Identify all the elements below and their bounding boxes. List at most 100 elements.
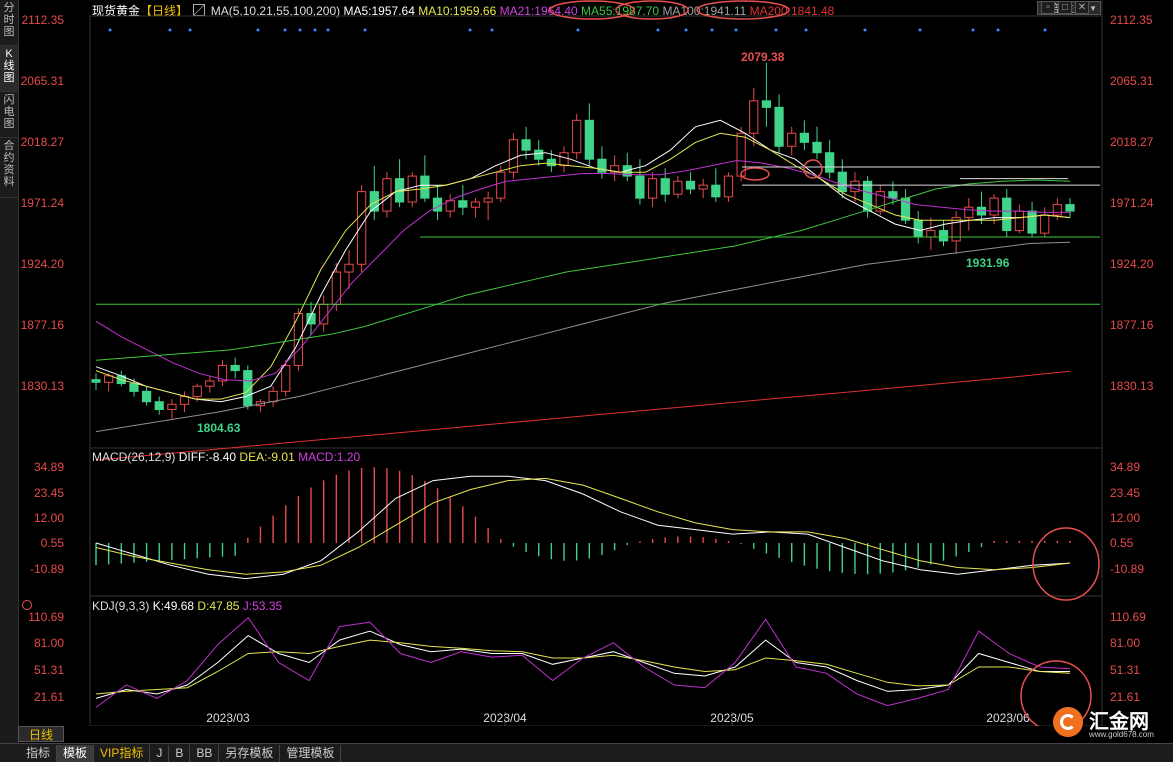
event-dot <box>298 28 302 32</box>
candle-body <box>129 383 139 392</box>
kdj-d-line <box>95 639 1071 695</box>
tab-flash[interactable]: 闪电图 <box>0 92 18 138</box>
tab-manage-templates[interactable]: 管理模板 <box>280 745 342 762</box>
event-dot <box>326 28 330 32</box>
event-dot <box>1043 28 1047 32</box>
event-dot <box>734 28 738 32</box>
price-tick-left: 1971.24 <box>21 196 65 210</box>
gold678-logo: 汇金网 www.gold678.com <box>1053 705 1165 741</box>
candle-body <box>774 106 784 147</box>
candle-body <box>799 132 809 143</box>
kdj-d: D:47.85 <box>197 599 240 613</box>
event-dot <box>576 28 580 32</box>
candle-body <box>812 141 822 154</box>
tab-timeshare[interactable]: 分时图 <box>0 0 18 46</box>
candle-body <box>357 191 367 265</box>
candle-body <box>584 119 594 160</box>
candle-body <box>825 152 835 173</box>
event-dot <box>804 28 808 32</box>
low-price-mark-2: 1931.96 <box>966 256 1010 270</box>
macd-tick-left: -10.89 <box>30 562 64 576</box>
candle-body <box>179 396 190 405</box>
date-label: 2023/06 <box>986 711 1030 725</box>
tab-b[interactable]: B <box>169 745 191 762</box>
bottom-toolbar: 指标 模板 VIP指标 J B BB 另存模板 管理模板 <box>0 743 1173 762</box>
candle-body <box>1002 197 1012 232</box>
candle-body <box>685 180 696 190</box>
ma55-line <box>95 179 1071 361</box>
event-dot <box>684 28 688 32</box>
candle-body <box>458 200 468 208</box>
event-dot <box>490 28 494 32</box>
event-dot <box>710 28 714 32</box>
macd-tick-left: 34.89 <box>34 460 64 474</box>
event-dot <box>256 28 260 32</box>
kdj-tick-right: 81.00 <box>1110 636 1140 650</box>
candle-body <box>938 230 949 242</box>
low-price-mark: 1804.63 <box>197 421 241 435</box>
candle-body <box>1014 210 1025 232</box>
candle-body <box>635 175 645 199</box>
candle-body <box>964 206 974 219</box>
candle-body <box>647 178 658 199</box>
kdj-k: K:49.68 <box>152 599 195 613</box>
kdj-tick-right: 21.61 <box>1110 690 1140 704</box>
macd-value: MACD:1.20 <box>298 450 361 464</box>
event-dot <box>918 28 922 32</box>
price-tick-right: 2065.31 <box>1110 74 1154 88</box>
price-tick-right: 1924.20 <box>1110 257 1154 271</box>
candle-body <box>1040 214 1050 234</box>
ma200-line <box>95 370 1071 461</box>
event-dot <box>168 28 172 32</box>
date-label: 2023/05 <box>710 711 754 725</box>
kdj-settings-icon[interactable] <box>22 600 32 610</box>
event-dot <box>313 28 317 32</box>
macd-tick-left: 0.55 <box>41 536 65 550</box>
tab-bb[interactable]: BB <box>190 745 220 762</box>
candle-body <box>862 180 873 212</box>
logo-icon <box>1053 707 1083 737</box>
candle-body <box>572 119 582 154</box>
candle-body <box>432 197 443 212</box>
candle-body <box>1027 210 1037 234</box>
event-dot <box>108 28 112 32</box>
candle-body <box>521 139 531 151</box>
tab-indicators[interactable]: 指标 <box>20 745 58 762</box>
tab-save-template[interactable]: 另存模板 <box>219 745 281 762</box>
chart-area: 2112.35 2112.35 2065.31 2065.31 2018.27 2018.… <box>21 0 1154 726</box>
candle-body <box>230 364 240 372</box>
candle-body <box>850 180 860 193</box>
price-tick-right: 1971.24 <box>1110 196 1154 210</box>
price-tick-left: 1830.13 <box>21 379 65 393</box>
kdj-params: KDJ(9,3,3) <box>92 599 150 613</box>
candle-body <box>926 230 936 238</box>
tab-templates[interactable]: 模板 <box>57 745 95 762</box>
price-tick-right: 2018.27 <box>1110 135 1154 149</box>
price-tick-right: 1830.13 <box>1110 379 1154 393</box>
price-tick-left: 1877.16 <box>21 318 65 332</box>
kdj-tick-right: 110.69 <box>1110 610 1146 624</box>
candle-body <box>470 201 481 208</box>
macd-tick-right: 34.89 <box>1110 460 1140 474</box>
candle-body <box>660 178 670 195</box>
event-dot <box>363 28 367 32</box>
candle-body <box>1065 204 1075 212</box>
candle-body <box>192 385 202 398</box>
tab-contract[interactable]: 合约资料 <box>0 138 18 198</box>
candle-body <box>698 184 708 190</box>
candle-body <box>344 263 354 273</box>
tab-j[interactable]: J <box>150 745 170 762</box>
tab-vip-indicators[interactable]: VIP指标 <box>94 745 151 762</box>
kdj-tick-left: 81.00 <box>34 636 64 650</box>
tab-kline[interactable]: K线图 <box>0 46 18 92</box>
candle-body <box>407 175 417 203</box>
period-button[interactable]: 日线 <box>18 726 64 742</box>
candle-body <box>141 390 152 403</box>
candle-body <box>281 364 291 392</box>
date-label: 2023/03 <box>206 711 250 725</box>
kdj-frame <box>89 595 1103 726</box>
macd-tick-right: 0.55 <box>1110 536 1134 550</box>
macd-dea-line <box>95 477 1071 575</box>
candle-body <box>723 175 734 198</box>
macd-tick-right: 12.00 <box>1110 511 1140 525</box>
